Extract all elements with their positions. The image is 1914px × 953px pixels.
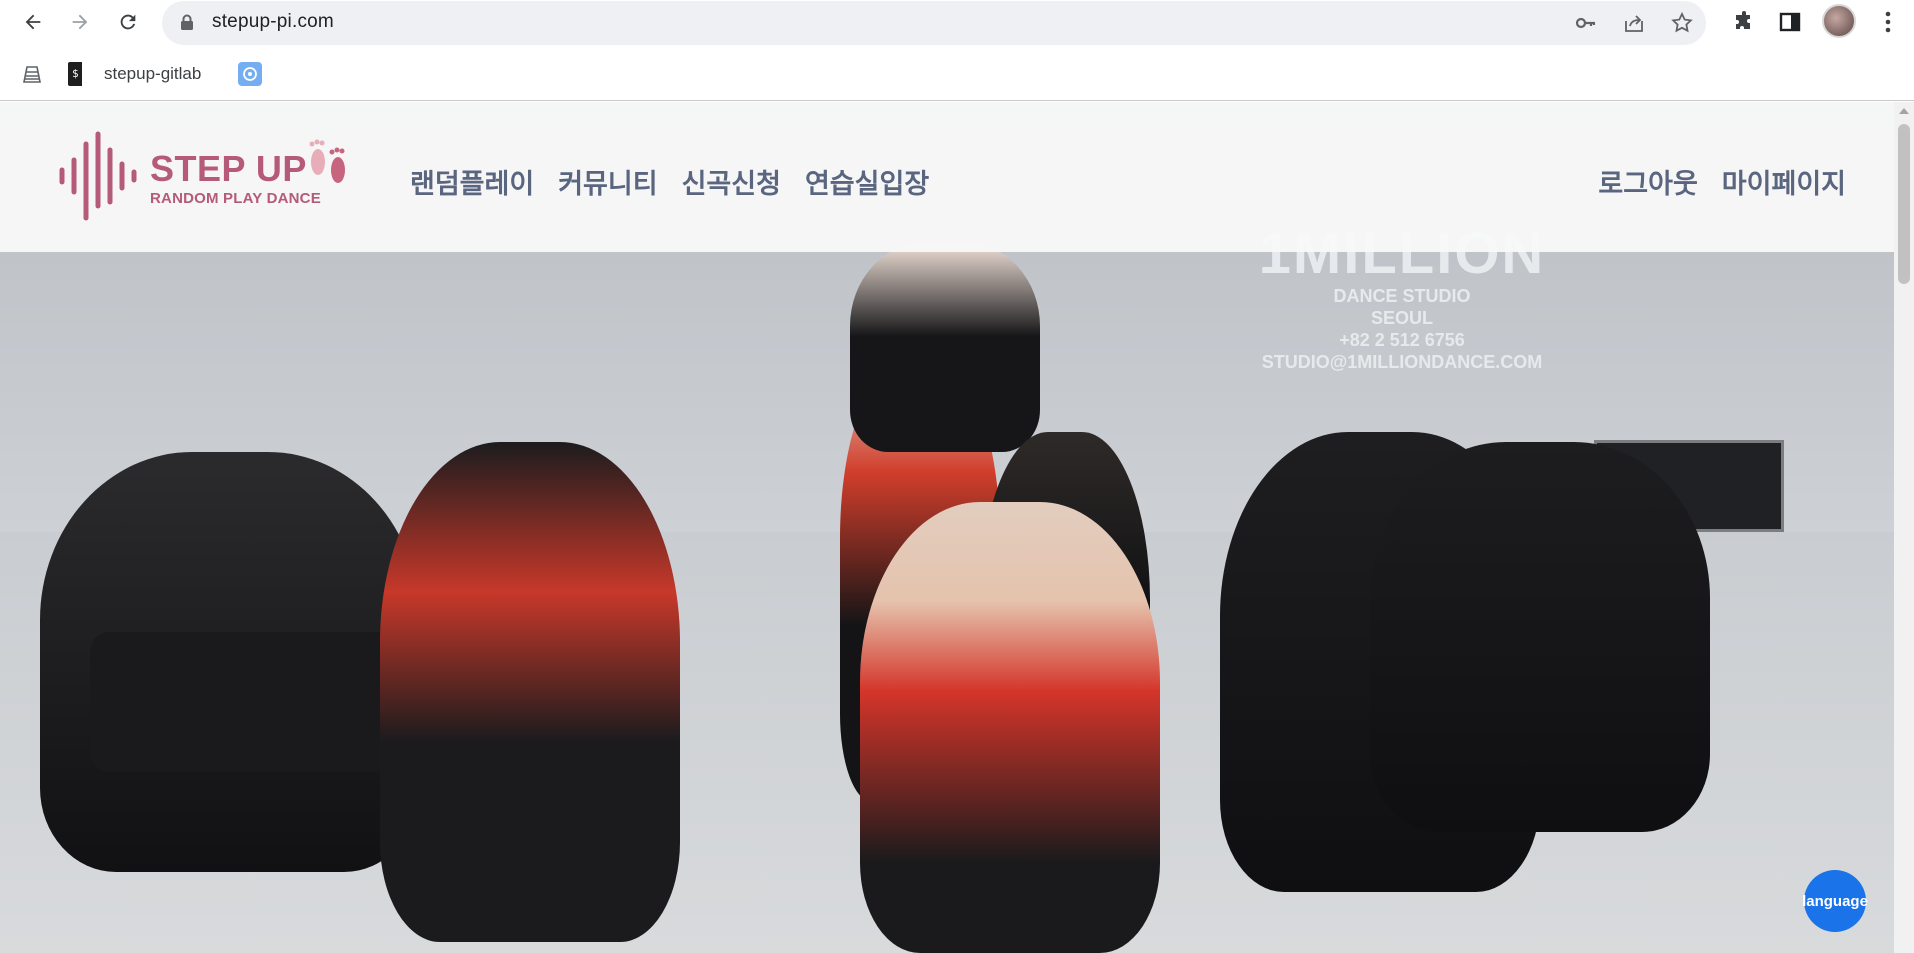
dancer-figure bbox=[90, 632, 410, 772]
side-panel-icon[interactable] bbox=[1776, 8, 1804, 36]
main-nav: 랜덤플레이 커뮤니티 신곡신청 연습실입장 bbox=[410, 162, 929, 201]
page-content: 1MILLION DANCE STUDIO SEOUL +82 2 512 67… bbox=[0, 102, 1894, 953]
forward-arrow-icon bbox=[72, 14, 88, 30]
forward-button[interactable] bbox=[64, 6, 96, 38]
back-arrow-icon bbox=[25, 14, 41, 30]
logo-title[interactable]: STEP UP bbox=[150, 148, 307, 190]
wall-line1: DANCE STUDIO bbox=[1333, 286, 1471, 306]
avatar[interactable] bbox=[1822, 4, 1856, 38]
dancer-figure bbox=[380, 442, 680, 942]
language-button[interactable]: language bbox=[1802, 870, 1868, 932]
bookmark-stepup-gitlab[interactable]: $ stepup-gitlab bbox=[68, 61, 201, 87]
address-bar[interactable]: stepup-pi.com bbox=[162, 1, 1706, 45]
page-scrollbar[interactable] bbox=[1894, 102, 1914, 953]
footprints-icon bbox=[309, 139, 345, 183]
logo-subtitle: RANDOM PLAY DANCE bbox=[150, 190, 321, 207]
bookmark-label: stepup-gitlab bbox=[104, 64, 202, 83]
dancer-figure bbox=[860, 502, 1160, 953]
svg-text:$: $ bbox=[72, 67, 79, 80]
reload-icon bbox=[120, 14, 136, 30]
share-icon[interactable] bbox=[1622, 11, 1646, 35]
nav-community[interactable]: 커뮤니티 bbox=[558, 162, 657, 201]
puzzle-icon[interactable] bbox=[1730, 8, 1758, 36]
account-nav: 로그아웃 마이페이지 bbox=[1598, 162, 1846, 201]
mypage-link[interactable]: 마이페이지 bbox=[1722, 162, 1846, 201]
scroll-thumb[interactable] bbox=[1898, 124, 1910, 284]
browser-toolbar: stepup-pi.com bbox=[0, 0, 1914, 45]
nav-random-play[interactable]: 랜덤플레이 bbox=[410, 162, 534, 201]
back-button[interactable] bbox=[17, 6, 49, 38]
sound-wave-logo-icon[interactable] bbox=[58, 130, 142, 222]
bookmark-stack[interactable] bbox=[22, 61, 42, 87]
dancer-figure bbox=[1370, 442, 1710, 832]
kebab-menu-icon[interactable] bbox=[1874, 8, 1902, 36]
star-icon[interactable] bbox=[1670, 11, 1694, 35]
terminal-bookmark-icon: $ bbox=[68, 62, 90, 86]
reload-button[interactable] bbox=[112, 6, 144, 38]
wall-line2: SEOUL bbox=[1370, 308, 1433, 328]
site-header: STEP UP RANDOM PLAY DANCE 랜덤플레이 커뮤니티 신곡신… bbox=[0, 102, 1894, 252]
scroll-up-arrow-icon[interactable] bbox=[1899, 108, 1909, 114]
stack-icon bbox=[23, 66, 41, 83]
openai-icon bbox=[238, 62, 262, 86]
bookmarks-bar: $ stepup-gitlab bbox=[0, 45, 1914, 101]
wall-line3: +82 2 512 6756 bbox=[1339, 330, 1465, 350]
bookmark-openai[interactable] bbox=[238, 61, 262, 87]
key-icon[interactable] bbox=[1574, 11, 1598, 35]
lock-icon bbox=[181, 14, 193, 30]
logout-link[interactable]: 로그아웃 bbox=[1598, 162, 1697, 201]
nav-song-request[interactable]: 신곡신청 bbox=[682, 162, 781, 201]
url-text: stepup-pi.com bbox=[212, 11, 334, 32]
dancer-figure bbox=[850, 242, 1040, 452]
wall-line4: STUDIO@1MILLIONDANCE.COM bbox=[1261, 352, 1543, 372]
nav-practice-room[interactable]: 연습실입장 bbox=[805, 162, 929, 201]
